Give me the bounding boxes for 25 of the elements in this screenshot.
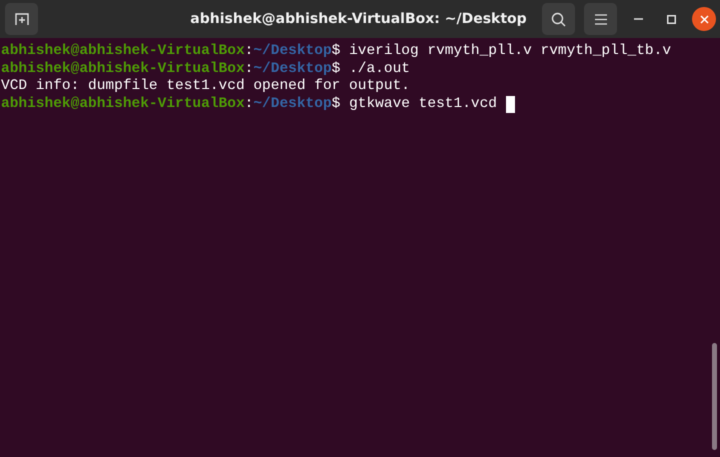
prompt-path: ~/Desktop [253, 43, 332, 60]
command-text: $ ./a.out [332, 60, 410, 78]
prompt-path: ~/Desktop [253, 96, 332, 113]
output-text: VCD info: dumpfile test1.vcd opened for output. [1, 78, 410, 96]
new-tab-icon [14, 12, 28, 26]
command-text: $ iverilog rvmyth_pll.v rvmyth_pll_tb.v [332, 43, 672, 60]
menu-button[interactable] [584, 3, 617, 35]
prompt-separator: : [244, 60, 254, 78]
window-title: abhishek@abhishek-VirtualBox: ~/Desktop [190, 11, 527, 27]
minimize-icon [634, 18, 642, 20]
search-icon [551, 12, 566, 26]
search-button[interactable] [542, 3, 575, 35]
command-text: $ gtkwave test1.vcd [332, 96, 498, 113]
close-button[interactable] [692, 7, 716, 31]
prompt-user-host: abhishek@abhishek-VirtualBox [1, 96, 245, 113]
prompt-user-host: abhishek@abhishek-VirtualBox [1, 60, 245, 78]
prompt-separator: : [244, 43, 254, 60]
prompt-path: ~/Desktop [253, 60, 332, 78]
new-tab-button[interactable] [5, 3, 38, 35]
prompt-separator: : [244, 96, 254, 113]
menu-icon [594, 14, 606, 24]
close-icon [700, 14, 708, 24]
scrollbar-thumb[interactable] [712, 343, 717, 450]
maximize-icon [666, 14, 676, 24]
prompt-user-host: abhishek@abhishek-VirtualBox [1, 43, 245, 60]
